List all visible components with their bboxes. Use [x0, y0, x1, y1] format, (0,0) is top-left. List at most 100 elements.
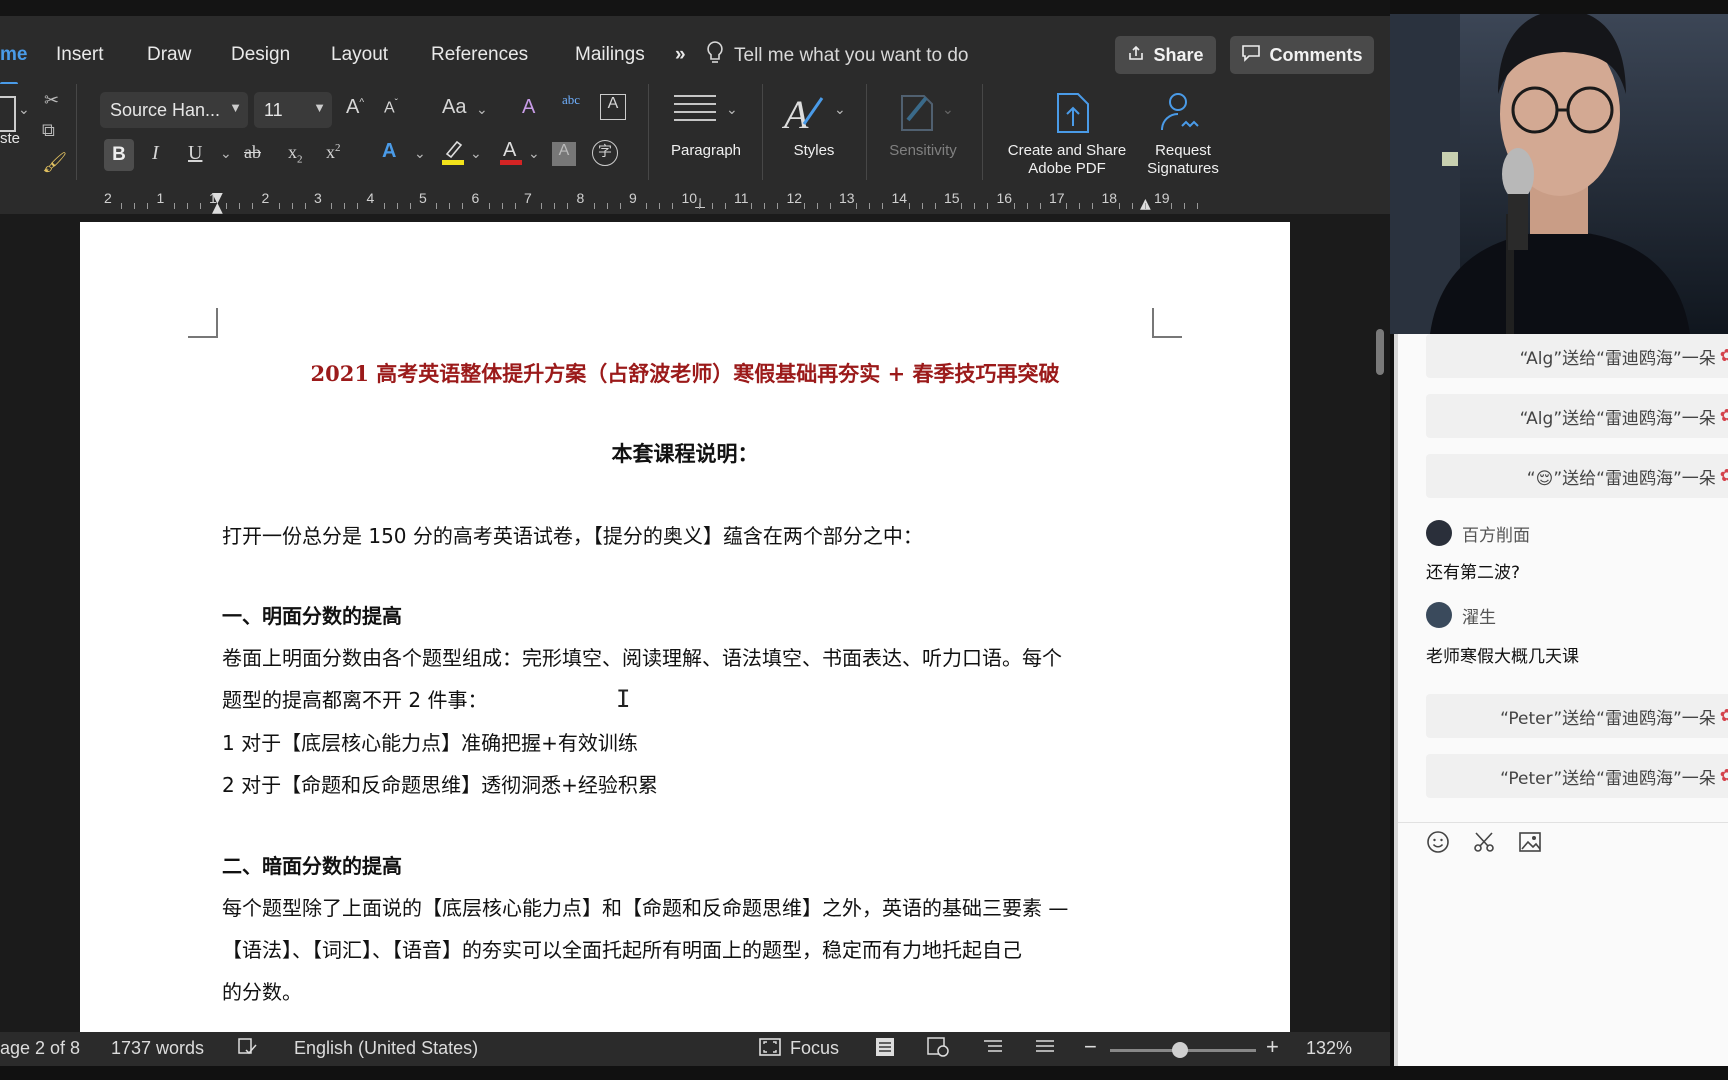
- word-count[interactable]: 1737 words: [111, 1038, 204, 1059]
- styles-icon[interactable]: A: [781, 88, 828, 142]
- cut-icon[interactable]: ✂: [44, 90, 59, 111]
- tab-mailings[interactable]: Mailings: [575, 44, 645, 66]
- document-page[interactable]: 2021 高考英语整体提升方案（占舒波老师）寒假基础再夯实 + 春季技巧再突破 …: [80, 222, 1290, 1032]
- avatar[interactable]: [1426, 602, 1452, 628]
- superscript-button[interactable]: x2: [326, 142, 341, 163]
- font-color-icon[interactable]: A: [498, 136, 524, 172]
- ruler-tick: [134, 203, 136, 209]
- format-painter-icon[interactable]: 🖌: [42, 150, 67, 175]
- tab-draw[interactable]: Draw: [147, 44, 191, 66]
- strikethrough-button[interactable]: ab: [244, 142, 261, 163]
- tell-me-search[interactable]: Tell me what you want to do: [706, 40, 968, 72]
- avatar[interactable]: [1426, 520, 1452, 546]
- sensitivity-icon[interactable]: [898, 90, 940, 140]
- tab-home[interactable]: me: [0, 44, 27, 66]
- copy-icon[interactable]: ⧉: [42, 120, 55, 141]
- ruler-number: 7: [524, 190, 532, 206]
- chat-username[interactable]: 濯生: [1462, 603, 1496, 628]
- scissors-icon[interactable]: [1472, 830, 1496, 860]
- ruler-tick: [278, 203, 280, 209]
- font-name-dropdown[interactable]: Source Han... ▼: [100, 92, 248, 128]
- ruler-tick: [829, 203, 831, 209]
- phonetic-guide-icon[interactable]: 字: [592, 140, 618, 166]
- chevron-down-icon: ▼: [229, 100, 242, 115]
- chat-user[interactable]: 濯生: [1426, 602, 1496, 628]
- tab-insert[interactable]: Insert: [56, 44, 104, 66]
- bold-button[interactable]: B: [104, 139, 134, 171]
- ruler-tick: [1092, 203, 1094, 209]
- zoom-percent[interactable]: 132%: [1306, 1038, 1352, 1059]
- paste-icon[interactable]: [0, 96, 16, 132]
- ruler-tick: [777, 203, 779, 209]
- font-size-dropdown[interactable]: 11 ▼: [254, 92, 332, 128]
- paragraph-line: 的分数。: [222, 980, 302, 1004]
- status-bar: age 2 of 8 1737 words English (United St…: [0, 1032, 1390, 1066]
- chat-user[interactable]: 百方削面: [1426, 520, 1530, 546]
- tab-layout[interactable]: Layout: [331, 44, 388, 66]
- highlight-icon[interactable]: [440, 136, 466, 172]
- paragraph-label: Paragraph: [670, 142, 742, 159]
- chat-message: 还有第二波?: [1426, 563, 1521, 583]
- zoom-in-button[interactable]: +: [1266, 1034, 1279, 1060]
- request-signatures-icon[interactable]: [1158, 90, 1204, 142]
- chevron-down-icon[interactable]: ⌄: [834, 102, 846, 119]
- lightbulb-icon: [706, 40, 724, 72]
- ruler-tick: [501, 203, 503, 209]
- clear-formatting-icon[interactable]: A: [522, 96, 535, 119]
- ribbon-overflow-chevron-icon[interactable]: »: [675, 44, 686, 66]
- chevron-down-icon[interactable]: ⌄: [726, 102, 738, 119]
- language[interactable]: English (United States): [294, 1038, 478, 1059]
- print-layout-icon[interactable]: [874, 1036, 896, 1063]
- gift-message: “Peter”送给“雷迪鸥海”一朵 ✿: [1426, 754, 1728, 798]
- chevron-down-icon[interactable]: ⌄: [220, 146, 232, 163]
- web-layout-icon[interactable]: [926, 1036, 950, 1063]
- chevron-down-icon: ▼: [313, 100, 326, 115]
- ruler-tick: [1039, 203, 1041, 209]
- spelling-icon[interactable]: abc: [562, 92, 580, 108]
- image-icon[interactable]: [1518, 830, 1542, 860]
- grow-font-icon[interactable]: A^: [346, 96, 364, 119]
- share-button[interactable]: Share: [1115, 36, 1216, 74]
- proofing-icon[interactable]: [236, 1036, 258, 1063]
- vertical-scrollbar[interactable]: [1372, 214, 1390, 1032]
- text-effects-icon[interactable]: A: [382, 140, 396, 163]
- underline-button[interactable]: U: [188, 142, 202, 165]
- change-case-icon[interactable]: Aa: [442, 96, 466, 119]
- outline-view-icon[interactable]: [982, 1036, 1004, 1063]
- focus-icon[interactable]: [758, 1036, 782, 1063]
- ruler-tick: [291, 203, 293, 209]
- chevron-down-icon[interactable]: ⌄: [528, 146, 540, 163]
- tab-references[interactable]: References: [431, 44, 528, 66]
- italic-button[interactable]: I: [152, 142, 159, 165]
- draft-view-icon[interactable]: [1034, 1036, 1056, 1063]
- flower-icon: ✿: [1720, 346, 1728, 366]
- ruler-number: 16: [996, 190, 1013, 206]
- ruler-tick: [396, 203, 398, 209]
- ruler-tick: [803, 203, 805, 209]
- scrollbar-thumb[interactable]: [1376, 329, 1384, 375]
- chat-divider: [1398, 822, 1728, 823]
- zoom-slider-knob[interactable]: [1172, 1042, 1189, 1058]
- paste-dropdown-chevron-icon[interactable]: ⌄: [18, 102, 30, 119]
- chat-username[interactable]: 百方削面: [1462, 521, 1530, 546]
- ruler-number: 15: [944, 190, 960, 206]
- comments-button[interactable]: Comments: [1230, 36, 1374, 74]
- shrink-font-icon[interactable]: Aˇ: [384, 98, 398, 117]
- horizontal-ruler[interactable]: ▼ ▲ ⊥ ▲ 2112345678910111213141516171819: [0, 190, 1390, 216]
- shading-icon[interactable]: A: [552, 142, 576, 166]
- emoji-icon[interactable]: [1426, 830, 1450, 860]
- focus-label[interactable]: Focus: [790, 1038, 839, 1059]
- chevron-down-icon[interactable]: ⌄: [414, 146, 426, 163]
- create-pdf-icon[interactable]: [1052, 90, 1094, 142]
- paragraph-icon[interactable]: [672, 92, 720, 132]
- zoom-slider[interactable]: [1110, 1042, 1256, 1058]
- chevron-down-icon[interactable]: ⌄: [476, 102, 488, 119]
- tab-design[interactable]: Design: [231, 44, 290, 66]
- chevron-down-icon[interactable]: ⌄: [470, 146, 482, 163]
- bottom-strip: [0, 1066, 1728, 1080]
- text-box-icon[interactable]: A: [600, 94, 626, 120]
- subscript-button[interactable]: x2: [288, 142, 303, 166]
- zoom-out-button[interactable]: −: [1084, 1034, 1097, 1060]
- page-count[interactable]: age 2 of 8: [0, 1038, 80, 1059]
- svg-text:A: A: [782, 92, 809, 136]
